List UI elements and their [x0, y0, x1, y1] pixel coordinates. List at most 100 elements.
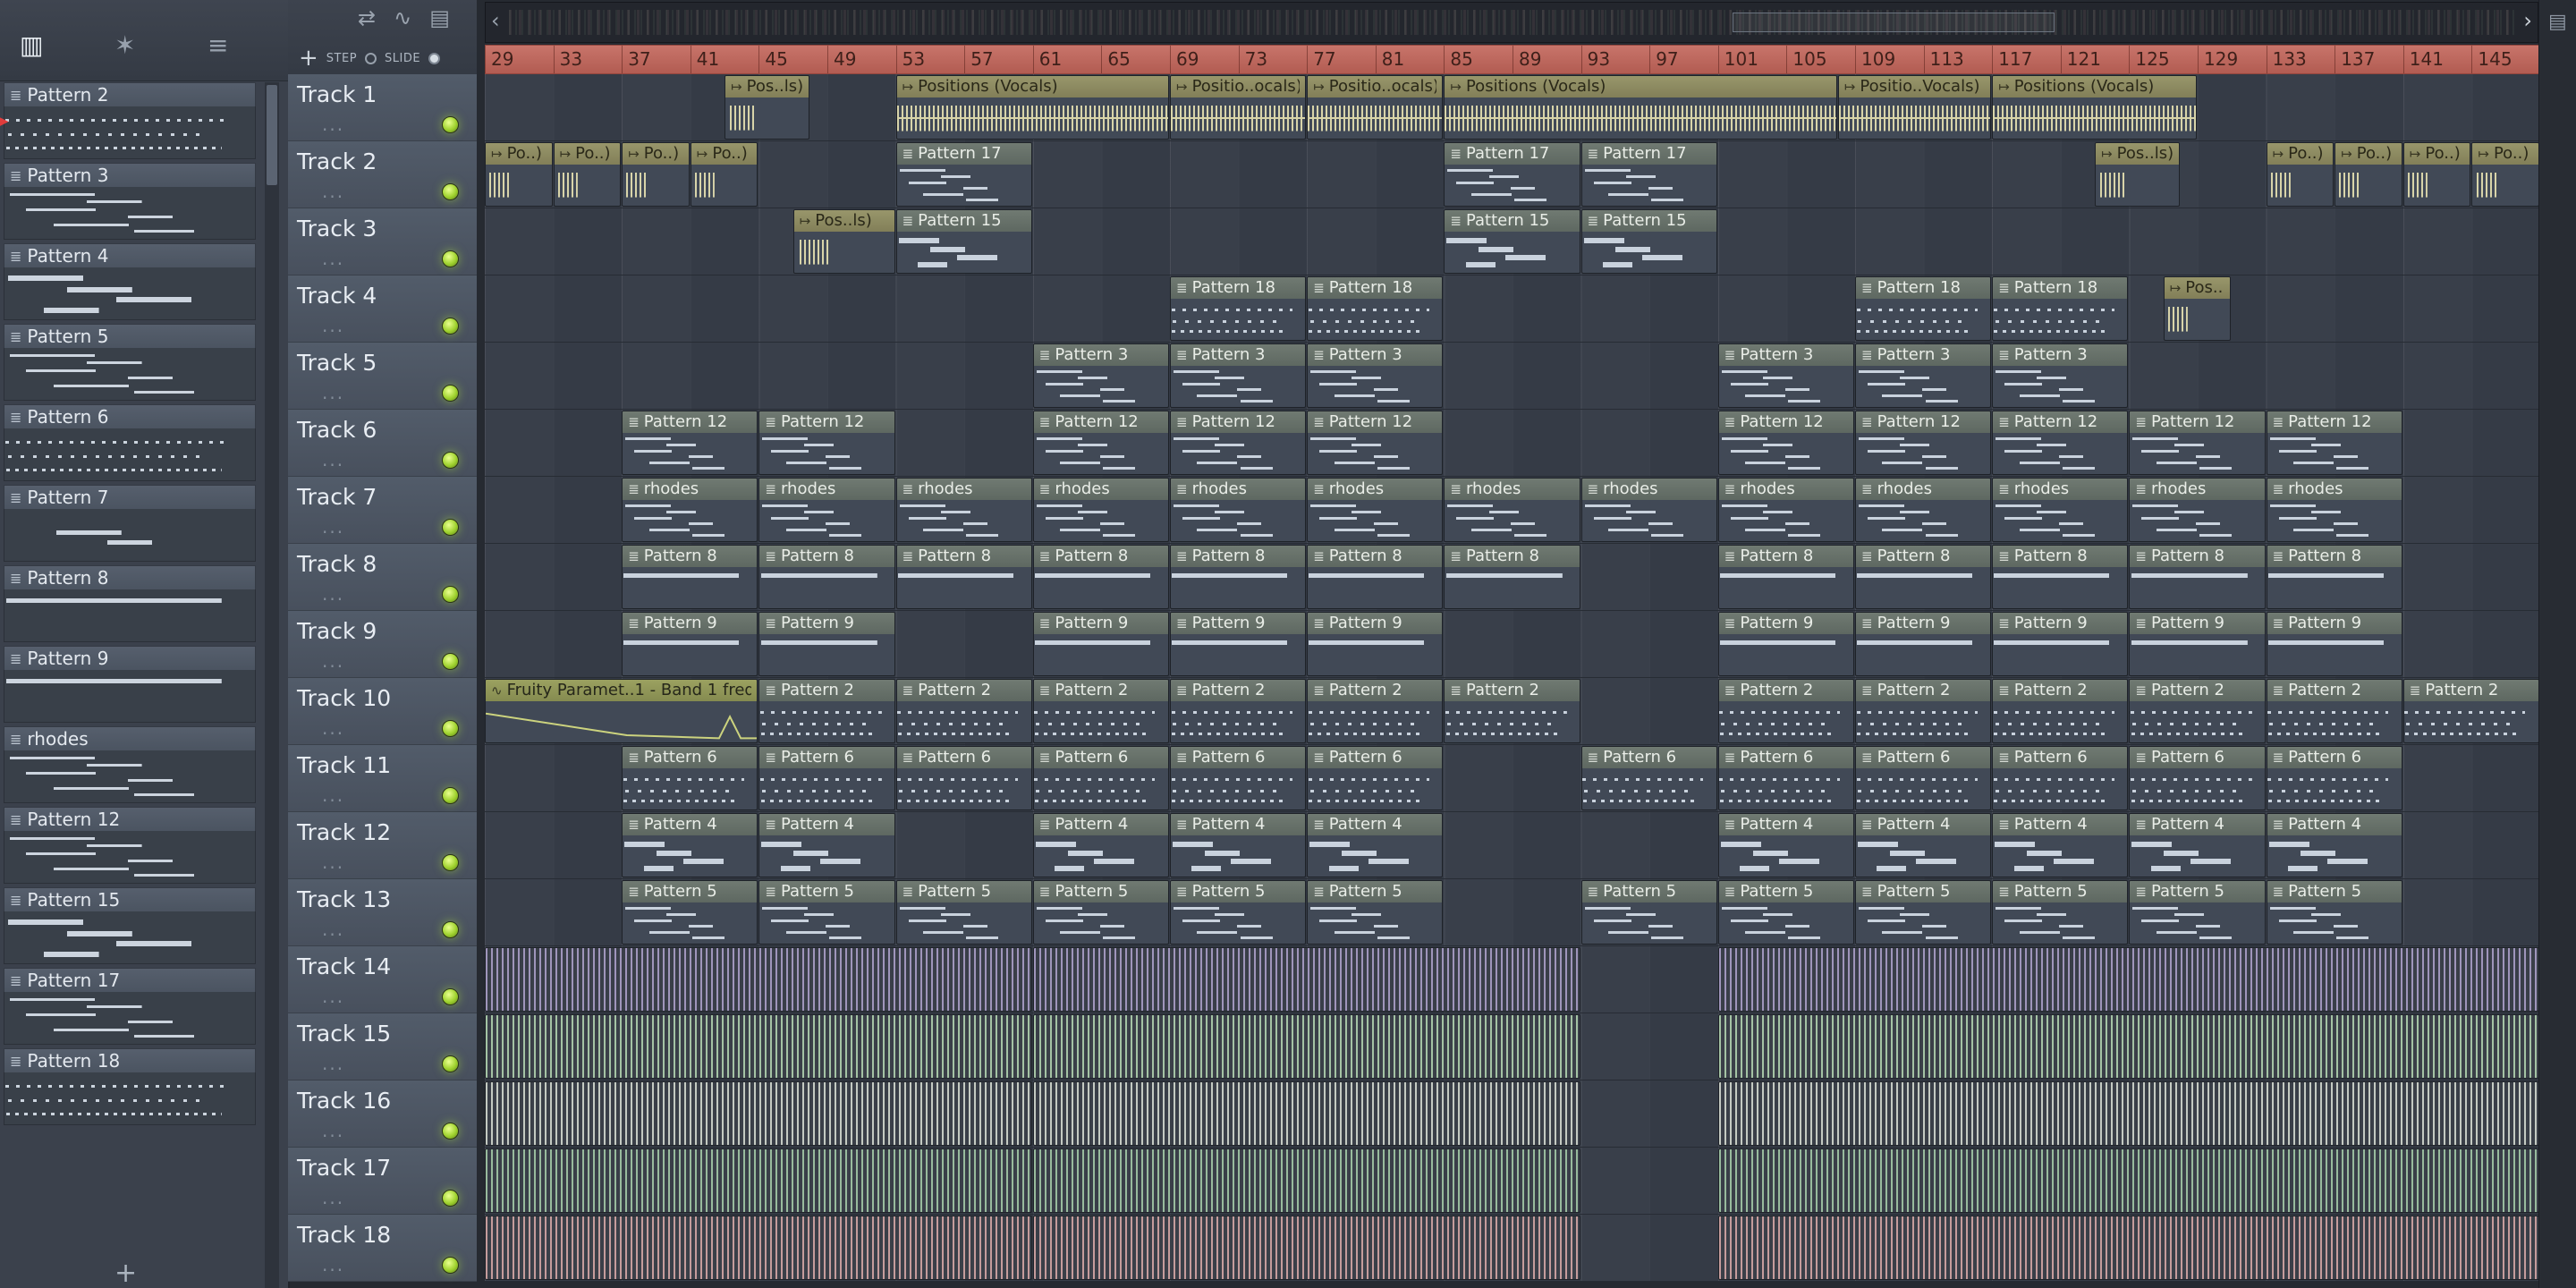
- clip-pattern[interactable]: ≣ Pattern 15: [1580, 209, 1717, 274]
- clip-audio[interactable]: ↦ Po..): [485, 142, 553, 207]
- clip-pattern[interactable]: ≣ Pattern 6: [1717, 746, 1854, 810]
- clip-striped[interactable]: [1032, 1014, 1580, 1079]
- track-lane[interactable]: ≣ Pattern 8 ≣ Pattern 8 ≣ Pattern 8 ≣ Pattern 8…: [485, 544, 2538, 611]
- clip-pattern[interactable]: ≣ Pattern 6: [1855, 746, 1992, 810]
- step-toggle[interactable]: [365, 52, 377, 64]
- clip-pattern[interactable]: ≣ Pattern 9: [1307, 612, 1444, 676]
- clip-pattern[interactable]: ≣ Pattern 5: [895, 880, 1032, 945]
- clip-pattern[interactable]: ≣ Pattern 4: [1170, 813, 1307, 877]
- clip-pattern[interactable]: ≣ Pattern 5: [1717, 880, 1854, 945]
- pattern-item[interactable]: ≣ rhodes: [0, 726, 261, 807]
- clip-pattern[interactable]: ≣ Pattern 6: [1032, 746, 1169, 810]
- clip-pattern[interactable]: ≣ Pattern 5: [622, 880, 758, 945]
- clip-pattern[interactable]: ≣ Pattern 5: [1855, 880, 1992, 945]
- track-name[interactable]: Track 9: [297, 618, 377, 644]
- clip-pattern[interactable]: ≣ Pattern 8: [895, 545, 1032, 609]
- clip-pattern[interactable]: ≣ Pattern 4: [758, 813, 895, 877]
- clip-pattern[interactable]: ≣ Pattern 6: [1170, 746, 1307, 810]
- clip-pattern[interactable]: ≣ Pattern 17: [1580, 142, 1717, 207]
- pattern-item-label[interactable]: ≣ Pattern 15: [4, 887, 256, 911]
- sparkle-icon[interactable]: ✶: [114, 32, 135, 59]
- track-lane[interactable]: [485, 1148, 2538, 1215]
- clip-audio[interactable]: ↦ Positio..ocals): [1170, 75, 1307, 140]
- clip-audio[interactable]: ↦ Po..): [2471, 142, 2538, 207]
- clip-pattern[interactable]: ≣ Pattern 17: [1444, 142, 1580, 207]
- slide-toggle[interactable]: [428, 52, 441, 64]
- clip-auto[interactable]: ∿ Fruity Paramet..1 - Band 1 freq: [485, 679, 758, 743]
- clip-pattern[interactable]: ≣ Pattern 18: [1170, 276, 1307, 341]
- clip-pattern[interactable]: ≣ Pattern 9: [1855, 612, 1992, 676]
- clip-pattern[interactable]: ≣ Pattern 3: [1992, 343, 2129, 408]
- pattern-item-label[interactable]: ≣ Pattern 2: [4, 82, 256, 106]
- link-icon[interactable]: ∿: [394, 5, 411, 30]
- clip-pattern[interactable]: ≣ Pattern 6: [1307, 746, 1444, 810]
- pattern-item[interactable]: ≣ Pattern 2 ▶: [0, 82, 261, 163]
- track-lane[interactable]: [485, 1013, 2538, 1080]
- track-mute-led[interactable]: [442, 921, 459, 938]
- track-lane[interactable]: ≣ Pattern 4 ≣ Pattern 4 ≣ Pattern 4 ≣ Pattern 4…: [485, 812, 2538, 879]
- clip-pattern[interactable]: ≣ Pattern 8: [622, 545, 758, 609]
- track-lane[interactable]: ≣ Pattern 12 ≣ Pattern 12 ≣ Pattern 12 ≣ Patter…: [485, 410, 2538, 477]
- playlist-add-button[interactable]: +: [299, 47, 318, 70]
- clip-pattern[interactable]: ≣ Pattern 5: [2266, 880, 2402, 945]
- clip-pattern[interactable]: ≣ Pattern 4: [1307, 813, 1444, 877]
- playlist-overview[interactable]: ‹ ›: [485, 2, 2538, 43]
- clip-pattern[interactable]: ≣ Pattern 2: [1307, 679, 1444, 743]
- clip-pattern[interactable]: ≣ Pattern 6: [1580, 746, 1717, 810]
- track-mute-led[interactable]: [442, 1123, 459, 1140]
- clip-striped[interactable]: [1032, 1148, 1580, 1213]
- clip-pattern[interactable]: ≣ Pattern 9: [758, 612, 895, 676]
- clip-striped[interactable]: [485, 1216, 1032, 1280]
- clip-pattern[interactable]: ≣ Pattern 3: [1032, 343, 1169, 408]
- menu-icon[interactable]: ≡: [208, 32, 228, 59]
- track-name[interactable]: Track 16: [297, 1088, 391, 1114]
- pattern-item-label[interactable]: ≣ Pattern 12: [4, 807, 256, 831]
- clip-pattern[interactable]: ≣ Pattern 18: [1307, 276, 1444, 341]
- track-name[interactable]: Track 10: [297, 685, 391, 711]
- clip-striped[interactable]: [485, 1148, 1032, 1213]
- clip-audio[interactable]: ↦Pos..ls): [792, 209, 895, 274]
- clip-pattern[interactable]: ≣ Pattern 17: [895, 142, 1032, 207]
- clip-pattern[interactable]: ≣ Pattern 5: [1307, 880, 1444, 945]
- clip-pattern[interactable]: ≣ Pattern 5: [2129, 880, 2266, 945]
- scrollbar-thumb[interactable]: [267, 85, 277, 185]
- clip-pattern[interactable]: ≣ Pattern 3: [1170, 343, 1307, 408]
- clip-pattern[interactable]: ≣ Pattern 3: [1307, 343, 1444, 408]
- clip-striped[interactable]: [485, 1081, 1032, 1146]
- track-lane[interactable]: ≣ Pattern 3 ≣ Pattern 3 ≣ Pattern 3 ≣ Pattern 3…: [485, 343, 2538, 410]
- add-pattern-button[interactable]: +: [114, 1258, 137, 1288]
- clip-pattern[interactable]: ≣ Pattern 9: [2266, 612, 2402, 676]
- clip-pattern[interactable]: ≣ Pattern 2: [2129, 679, 2266, 743]
- track-mute-led[interactable]: [442, 318, 459, 335]
- clip-pattern[interactable]: ≣ Pattern 8: [1717, 545, 1854, 609]
- clip-audio[interactable]: ↦ Po..): [2266, 142, 2334, 207]
- pattern-grid-icon[interactable]: ▥: [20, 32, 43, 59]
- track-name[interactable]: Track 13: [297, 886, 391, 912]
- clip-pattern[interactable]: ≣ Pattern 6: [2266, 746, 2402, 810]
- clip-pattern[interactable]: ≣ Pattern 4: [2266, 813, 2402, 877]
- track-name[interactable]: Track 6: [297, 417, 377, 443]
- clip-audio[interactable]: ↦Pos..ls): [2163, 276, 2232, 341]
- pattern-item[interactable]: ≣ Pattern 5: [0, 324, 261, 404]
- clip-striped[interactable]: [1032, 947, 1580, 1012]
- clip-pattern[interactable]: ≣ Pattern 2: [1032, 679, 1169, 743]
- track-name[interactable]: Track 7: [297, 484, 377, 510]
- clip-pattern[interactable]: ≣ Pattern 12: [2129, 411, 2266, 475]
- pattern-item-label[interactable]: ≣ rhodes: [4, 726, 256, 750]
- clip-pattern[interactable]: ≣ Pattern 8: [1307, 545, 1444, 609]
- track-name[interactable]: Track 14: [297, 953, 391, 979]
- clip-pattern[interactable]: ≣ Pattern 9: [1992, 612, 2129, 676]
- track-lane[interactable]: ≣ Pattern 5 ≣ Pattern 5 ≣ Pattern 5 ≣ Pattern 5…: [485, 879, 2538, 946]
- clip-pattern[interactable]: ≣ Pattern 3: [1855, 343, 1992, 408]
- clip-pattern[interactable]: ≣ Pattern 2: [1444, 679, 1580, 743]
- clip-pattern[interactable]: ≣ Pattern 5: [1170, 880, 1307, 945]
- track-lane[interactable]: ≣ Pattern 18 ≣ Pattern 18 ≣ Pattern 18 ≣ Patter…: [485, 275, 2538, 343]
- clip-pattern[interactable]: ≣ Pattern 4: [1992, 813, 2129, 877]
- track-lane[interactable]: ↦ Po..) ↦ Po..) ↦ Po..) ↦ Po..) ≣ Pattern 17 ≣ Patt…: [485, 141, 2538, 208]
- track-mute-led[interactable]: [442, 452, 459, 469]
- clip-pattern[interactable]: ≣ Pattern 12: [1307, 411, 1444, 475]
- scroll-left-icon[interactable]: ‹: [491, 8, 500, 33]
- clip-pattern[interactable]: ≣ rhodes: [1992, 478, 2129, 542]
- clip-pattern[interactable]: ≣ rhodes: [1444, 478, 1580, 542]
- clip-striped[interactable]: [1717, 1081, 2538, 1146]
